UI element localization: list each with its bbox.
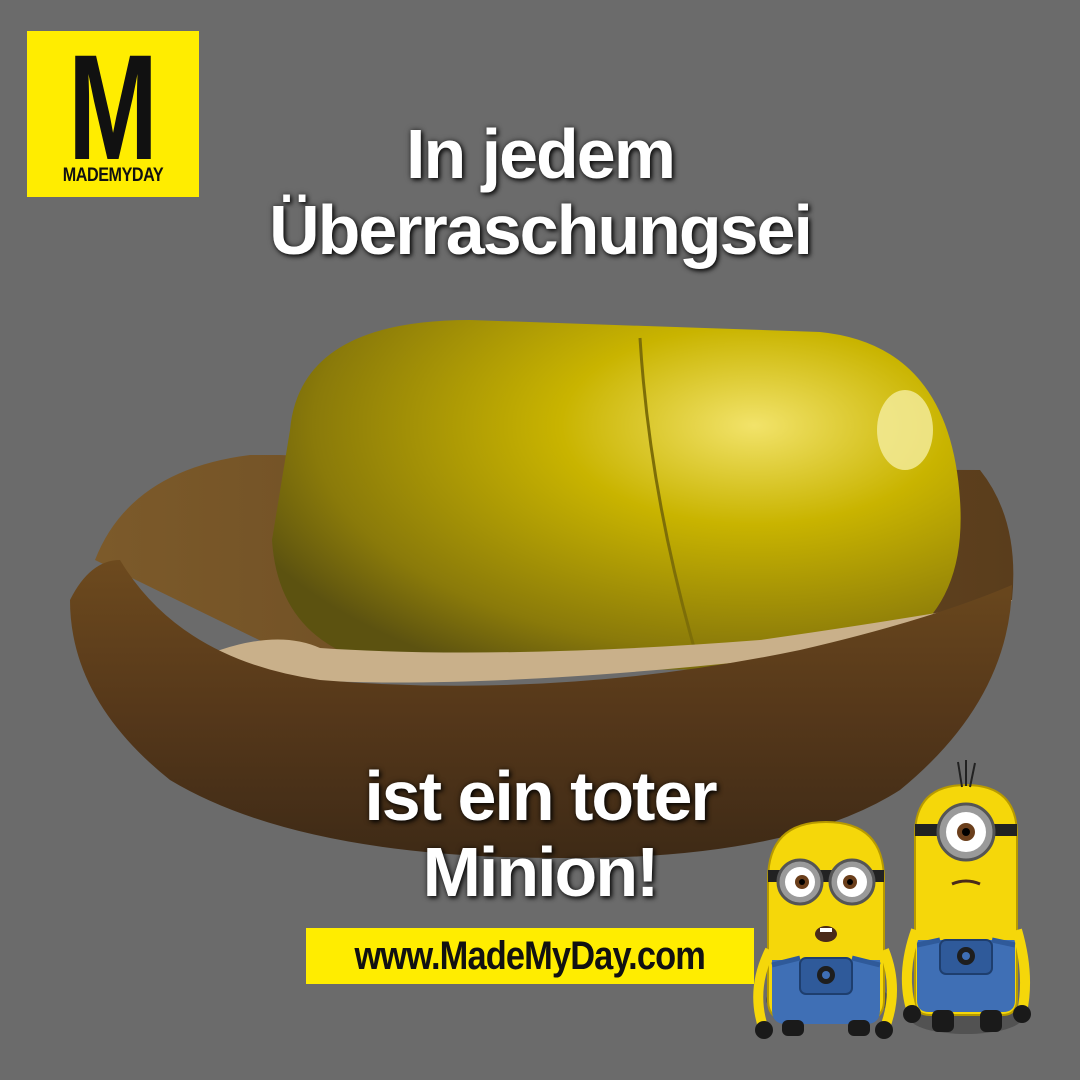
minions-illustration [753, 760, 1031, 1039]
minion-left-icon [753, 820, 897, 1039]
minion-right-icon [901, 760, 1031, 1034]
